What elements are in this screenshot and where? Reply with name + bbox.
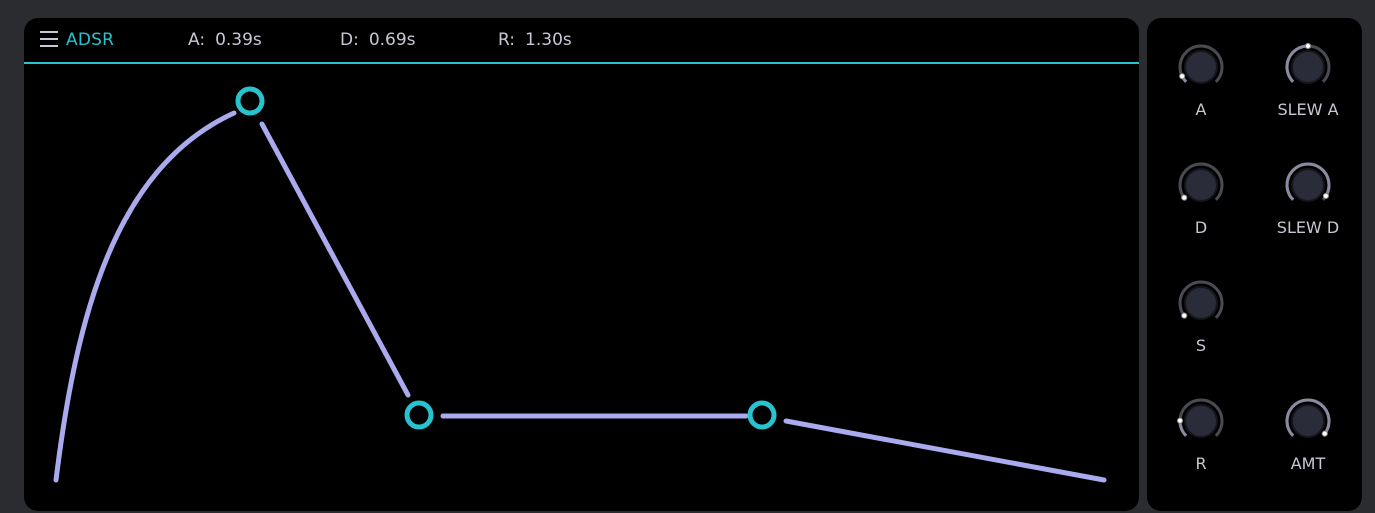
knob-body xyxy=(1184,404,1218,438)
knob-indicator xyxy=(1176,417,1184,424)
knob-panel: A SLEW A D SLEW D S R AMT xyxy=(1147,18,1362,511)
knob-body xyxy=(1184,168,1218,202)
slew-d-knob-label: SLEW D xyxy=(1276,218,1340,237)
knob-body xyxy=(1291,50,1325,84)
attack-peak-handle[interactable] xyxy=(235,86,265,116)
decay-knob[interactable] xyxy=(1176,160,1226,210)
knob-indicator xyxy=(1181,194,1188,201)
release-segment xyxy=(783,418,1107,483)
knob-indicator xyxy=(1179,73,1186,80)
slew-a-knob-label: SLEW A xyxy=(1277,100,1339,119)
release-knob-label: R xyxy=(1195,454,1207,473)
sustain-end-handle[interactable] xyxy=(747,400,777,430)
knob-body xyxy=(1291,168,1325,202)
knob-indicator xyxy=(1181,312,1188,319)
knob-indicator xyxy=(1304,42,1312,50)
slew-d-knob[interactable] xyxy=(1283,160,1333,210)
envelope-graph[interactable] xyxy=(24,18,1139,511)
knob-cell-a: A xyxy=(1151,42,1251,119)
slew-a-knob[interactable] xyxy=(1283,42,1333,92)
knob-cell-d: D xyxy=(1151,160,1251,237)
decay-segment xyxy=(259,121,411,398)
amount-knob-label: AMT xyxy=(1290,454,1326,473)
knob-body xyxy=(1184,286,1218,320)
decay-end-handle[interactable] xyxy=(404,400,434,430)
amount-knob[interactable] xyxy=(1283,396,1333,446)
knob-body xyxy=(1291,404,1325,438)
knob-cell-s: S xyxy=(1151,278,1251,355)
knob-cell-slew-a: SLEW A xyxy=(1258,42,1358,119)
attack-knob[interactable] xyxy=(1176,42,1226,92)
knob-indicator xyxy=(1321,430,1328,437)
sustain-knob[interactable] xyxy=(1176,278,1226,328)
envelope-panel: ADSR A: 0.39s D: 0.69s R: 1.30s xyxy=(24,18,1139,511)
attack-segment xyxy=(53,110,237,483)
knob-cell-r: R xyxy=(1151,396,1251,473)
knob-indicator xyxy=(1322,192,1330,200)
knob-body xyxy=(1184,50,1218,84)
decay-knob-label: D xyxy=(1194,218,1208,237)
sustain-knob-label: S xyxy=(1195,336,1207,355)
knob-cell-amt: AMT xyxy=(1258,396,1358,473)
release-knob[interactable] xyxy=(1176,396,1226,446)
knob-cell-slew-d: SLEW D xyxy=(1258,160,1358,237)
attack-knob-label: A xyxy=(1195,100,1207,119)
